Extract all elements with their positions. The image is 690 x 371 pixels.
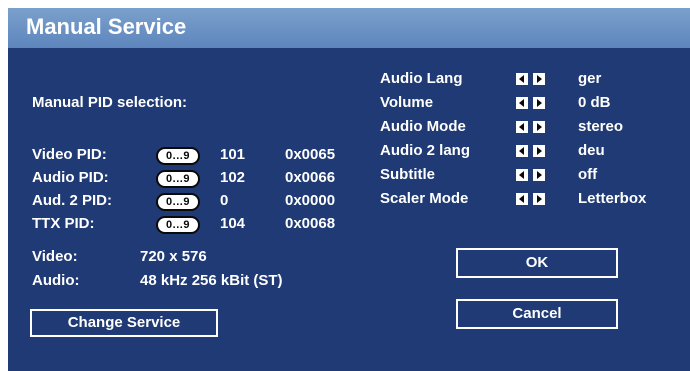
setting-label-volume: Volume: [380, 94, 434, 111]
subtitle-selector[interactable]: [516, 169, 546, 181]
aud2-pid-hex: 0x0000: [285, 192, 336, 209]
left-arrow-icon[interactable]: [516, 169, 528, 181]
scaler-mode-selector[interactable]: [516, 193, 546, 205]
audio-2-lang-selector[interactable]: [516, 145, 546, 157]
audio-info-label: Audio:: [32, 272, 80, 289]
cancel-button[interactable]: Cancel: [456, 299, 618, 329]
ttx-pid-decimal: 104: [220, 215, 246, 232]
setting-label-audio-2-lang: Audio 2 lang: [380, 142, 470, 159]
ttx-pid-entry[interactable]: 0...9: [156, 216, 200, 234]
setting-label-audio-mode: Audio Mode: [380, 118, 466, 135]
tv-osd-screen: Manual Service Manual PID selection: Vid…: [0, 0, 690, 371]
right-arrow-icon[interactable]: [533, 73, 545, 85]
setting-label-scaler-mode: Scaler Mode: [380, 190, 469, 207]
ok-button[interactable]: OK: [456, 248, 618, 278]
pid-section-heading: Manual PID selection:: [32, 94, 188, 111]
aud2-pid-decimal: 0: [220, 192, 229, 209]
setting-value-audio-2-lang: deu: [578, 142, 605, 159]
setting-value-scaler-mode: Letterbox: [578, 190, 647, 207]
left-arrow-icon[interactable]: [516, 145, 528, 157]
audio-pid-entry[interactable]: 0...9: [156, 170, 200, 188]
right-arrow-icon[interactable]: [533, 193, 545, 205]
ttx-pid-label: TTX PID:: [32, 215, 95, 232]
video-pid-label: Video PID:: [32, 146, 107, 163]
left-arrow-icon[interactable]: [516, 97, 528, 109]
left-arrow-icon[interactable]: [516, 73, 528, 85]
right-arrow-icon[interactable]: [533, 145, 545, 157]
setting-value-volume: 0 dB: [578, 94, 611, 111]
volume-selector[interactable]: [516, 97, 546, 109]
manual-service-dialog: Manual Service Manual PID selection: Vid…: [8, 8, 690, 371]
dialog-title: Manual Service: [26, 14, 187, 39]
title-bar: Manual Service: [8, 8, 690, 48]
left-arrow-icon[interactable]: [516, 193, 528, 205]
video-pid-entry[interactable]: 0...9: [156, 147, 200, 165]
aud2-pid-entry[interactable]: 0...9: [156, 193, 200, 211]
right-arrow-icon[interactable]: [533, 169, 545, 181]
aud2-pid-label: Aud. 2 PID:: [32, 192, 113, 209]
change-service-button[interactable]: Change Service: [30, 309, 218, 337]
right-arrow-icon[interactable]: [533, 97, 545, 109]
video-info-label: Video:: [32, 248, 78, 265]
audio-pid-decimal: 102: [220, 169, 246, 186]
audio-pid-hex: 0x0066: [285, 169, 336, 186]
audio-mode-selector[interactable]: [516, 121, 546, 133]
video-info-value: 720 x 576: [140, 248, 207, 265]
video-pid-decimal: 101: [220, 146, 246, 163]
setting-label-audio-lang: Audio Lang: [380, 70, 463, 87]
left-arrow-icon[interactable]: [516, 121, 528, 133]
ttx-pid-hex: 0x0068: [285, 215, 336, 232]
right-arrow-icon[interactable]: [533, 121, 545, 133]
audio-info-value: 48 kHz 256 kBit (ST): [140, 272, 283, 289]
setting-value-subtitle: off: [578, 166, 598, 183]
audio-lang-selector[interactable]: [516, 73, 546, 85]
video-pid-hex: 0x0065: [285, 146, 336, 163]
audio-pid-label: Audio PID:: [32, 169, 109, 186]
setting-value-audio-lang: ger: [578, 70, 602, 87]
setting-label-subtitle: Subtitle: [380, 166, 435, 183]
setting-value-audio-mode: stereo: [578, 118, 624, 135]
